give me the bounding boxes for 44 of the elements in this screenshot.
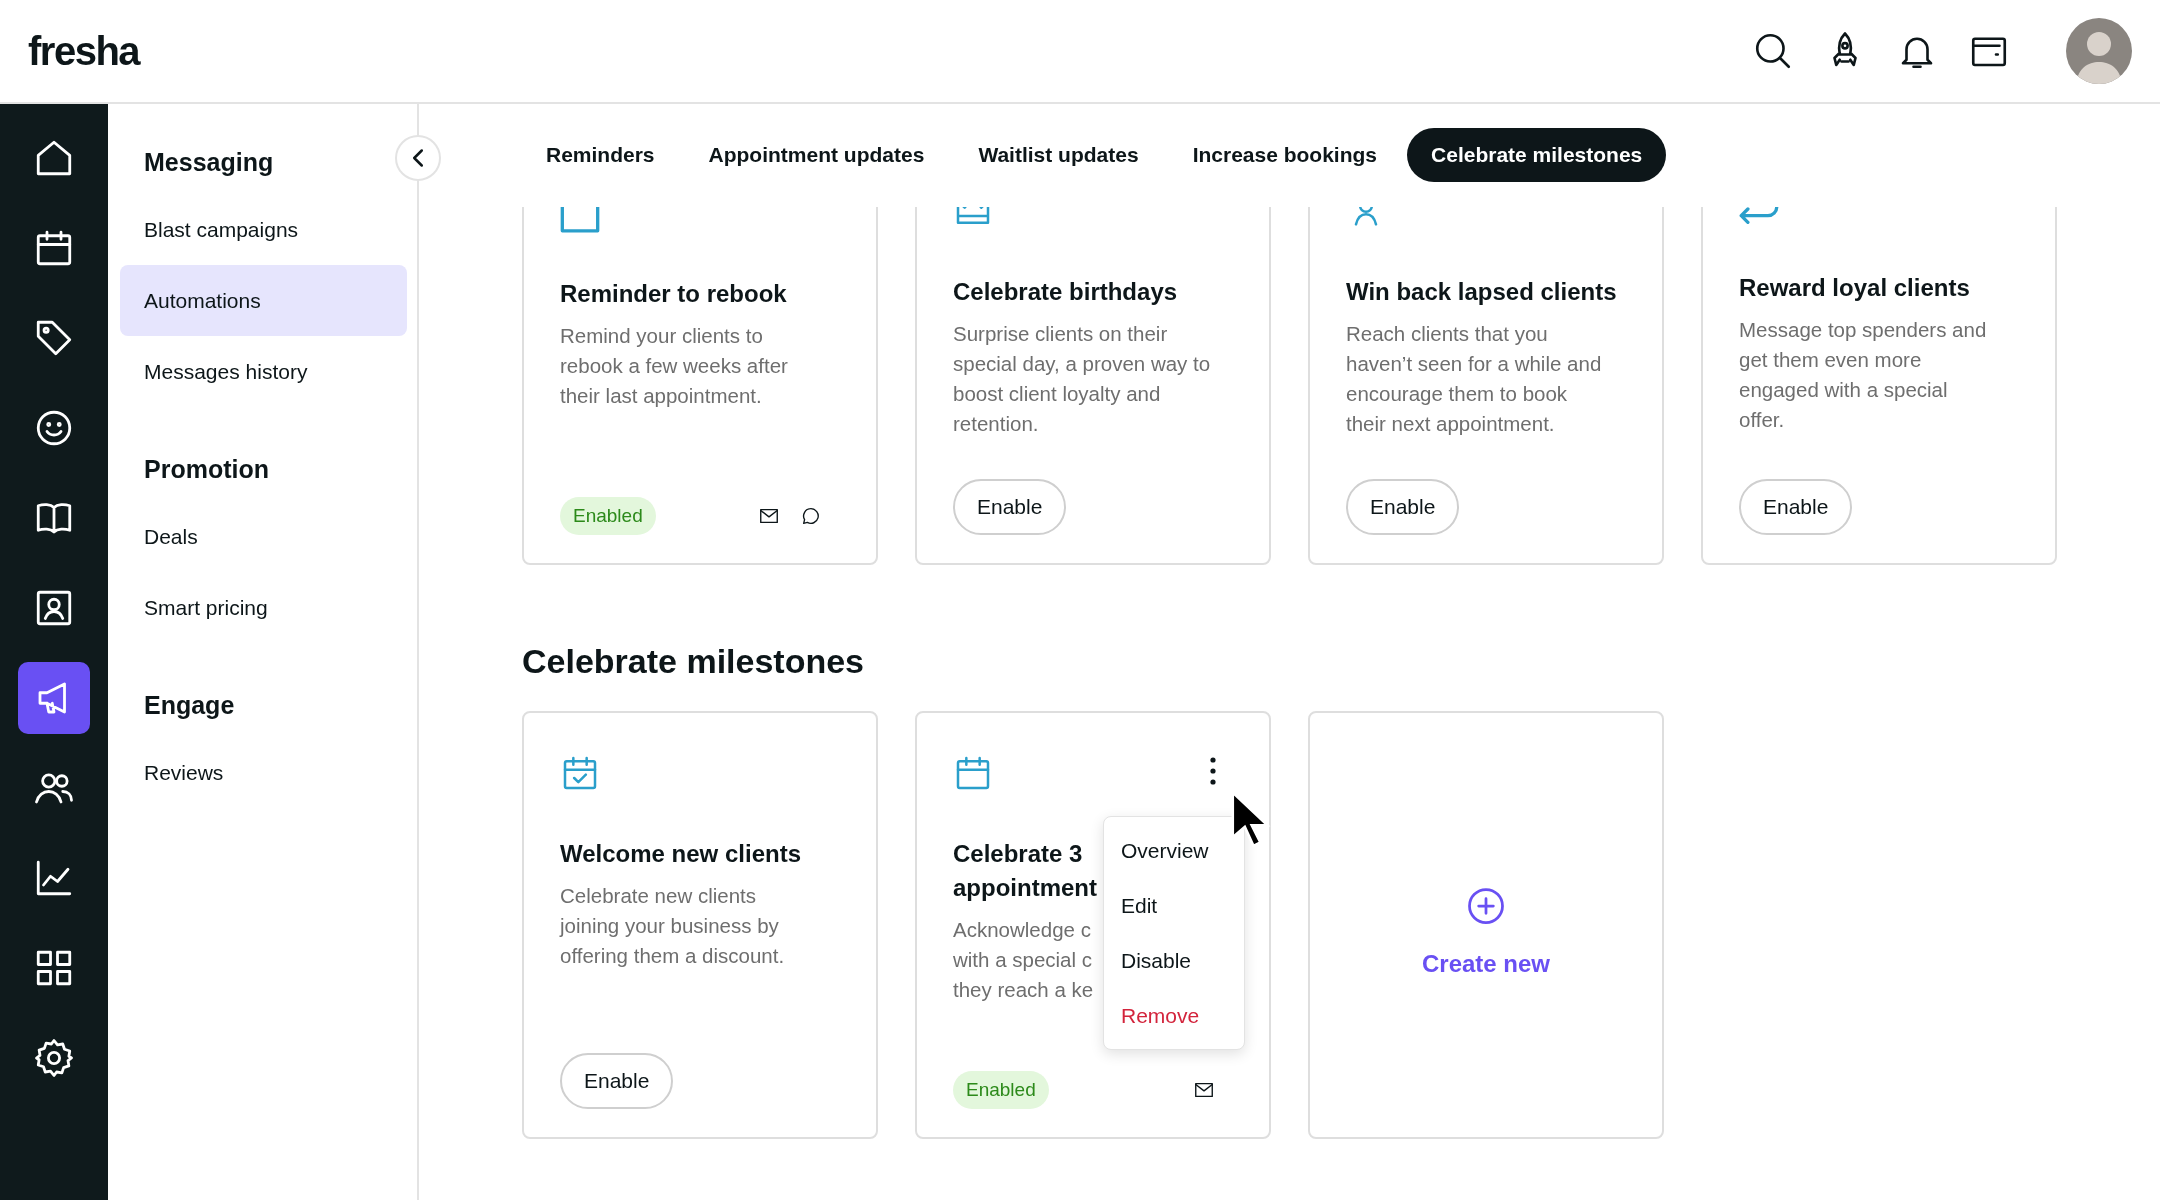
section-heading: Engage xyxy=(143,690,236,721)
section-heading: Promotion xyxy=(143,454,270,485)
menu-item[interactable]: Disable xyxy=(1104,933,1244,988)
menu-item[interactable]: Edit xyxy=(1104,878,1244,933)
enable-button[interactable]: Enable xyxy=(560,1053,674,1109)
enable-button[interactable]: Enable xyxy=(953,479,1067,535)
enable-button[interactable]: Enable xyxy=(1739,479,1853,535)
logo[interactable]: fresha xyxy=(28,28,140,74)
card-title: Reward loyal clients xyxy=(1739,273,1970,303)
sidebar-item[interactable]: Blast campaigns xyxy=(120,194,407,265)
card-description: Surprise clients on their special day, a proven way to boost client loyalty and retention. xyxy=(953,321,1211,437)
section-heading: Messaging xyxy=(143,147,275,178)
enable-button[interactable]: Enable xyxy=(1346,479,1460,535)
create-new-link[interactable]: Create new xyxy=(1421,950,1551,978)
card-description: Celebrate new clients joining your business by offering them a discount. xyxy=(560,883,785,969)
section-heading: Celebrate milestones xyxy=(522,641,866,682)
tab[interactable]: Celebrate milestones xyxy=(1407,128,1667,182)
card-description: Reach clients that you haven’t seen for a while and encourage them to book their next appointment. xyxy=(1346,321,1602,437)
card-description: Remind your clients to rebook a few weeks after their last appointment. xyxy=(560,323,788,409)
card-title: Welcome new clients xyxy=(560,839,801,869)
card-title: Win back lapsed clients xyxy=(1346,277,1617,307)
chat-bubble-icon xyxy=(800,505,822,527)
card-description: Acknowledge c with a special c they reach a ke xyxy=(953,917,1094,1003)
sidebar-item[interactable]: Automations xyxy=(120,265,407,336)
more-options-icon[interactable] xyxy=(1209,757,1217,785)
chevron-left-icon xyxy=(413,149,423,167)
card-title: Celebrate 3 appointment xyxy=(953,839,1097,903)
tab[interactable]: Waitlist updates xyxy=(954,128,1163,182)
tab[interactable]: Reminders xyxy=(522,128,679,182)
sidebar-item[interactable]: Deals xyxy=(120,501,407,572)
menu-item[interactable]: Overview xyxy=(1104,823,1244,878)
card-title: Reminder to rebook xyxy=(560,279,787,309)
collapse-button[interactable] xyxy=(395,135,441,181)
tab[interactable]: Appointment updates xyxy=(684,128,949,182)
tab[interactable]: Increase bookings xyxy=(1168,128,1402,182)
settings-icon[interactable] xyxy=(33,1037,75,1079)
sidebar-item[interactable]: Reviews xyxy=(120,737,407,808)
status-badge: Enabled xyxy=(560,497,656,535)
status-badge: Enabled xyxy=(953,1071,1049,1109)
card-description: Message top spenders and get them even more engaged with a special offer. xyxy=(1739,317,1987,433)
sidebar-item[interactable]: Messages history xyxy=(120,336,407,407)
menu-item[interactable]: Remove xyxy=(1104,988,1244,1043)
card-title: Celebrate birthdays xyxy=(953,277,1178,307)
sidebar-item[interactable]: Smart pricing xyxy=(120,572,407,643)
